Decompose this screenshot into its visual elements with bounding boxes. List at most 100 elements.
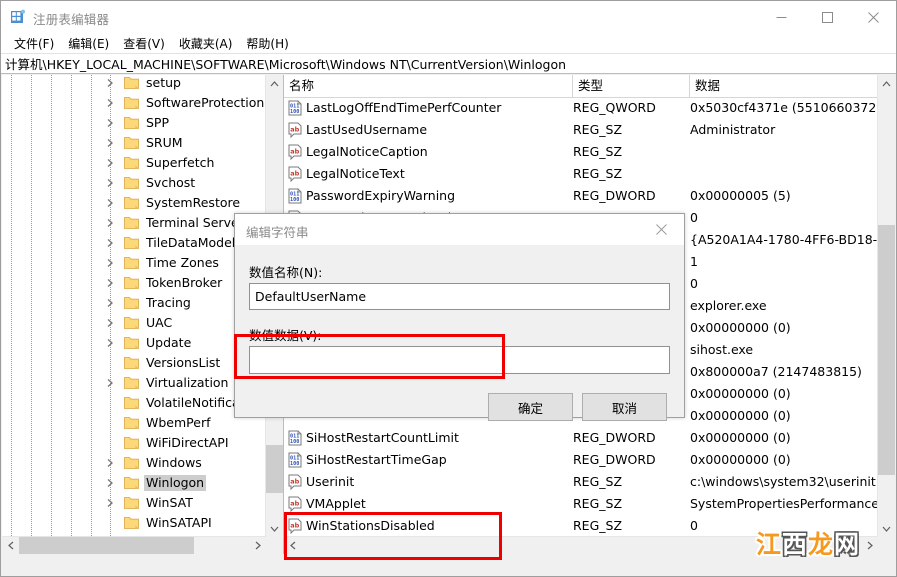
table-row[interactable]: ab LegalNoticeCaption REG_SZ bbox=[284, 141, 878, 163]
tree-node-label: Virtualization bbox=[146, 375, 229, 390]
chevron-right-icon[interactable] bbox=[102, 233, 118, 253]
tree-hscrollbar-thumb[interactable] bbox=[19, 537, 194, 554]
binary-value-icon: 011 100 bbox=[287, 100, 303, 116]
tree-node-systemrestore[interactable]: SystemRestore bbox=[2, 193, 266, 213]
tree-leaf-marker bbox=[102, 353, 118, 373]
chevron-right-icon[interactable] bbox=[102, 133, 118, 153]
value-name-cell: PasswordExpiryWarning bbox=[306, 188, 456, 203]
value-data-input[interactable] bbox=[249, 346, 670, 374]
value-name-input[interactable] bbox=[249, 283, 670, 310]
tree-node-softwareprotectionpl[interactable]: SoftwareProtectionPl bbox=[2, 93, 266, 113]
chevron-right-icon[interactable] bbox=[102, 453, 118, 473]
table-row[interactable]: 011 100 PasswordExpiryWarning REG_DWORD 0x00… bbox=[284, 185, 878, 207]
tree-node-label: Windows bbox=[146, 455, 202, 470]
value-data-label: 数值数据(V): bbox=[249, 328, 322, 343]
close-button[interactable] bbox=[850, 1, 896, 33]
table-row[interactable]: ab LegalNoticeText REG_SZ bbox=[284, 163, 878, 185]
menu-help[interactable]: 帮助(H) bbox=[239, 34, 295, 53]
list-scroll-left-icon[interactable] bbox=[284, 537, 301, 554]
chevron-right-icon[interactable] bbox=[102, 333, 118, 353]
tree-node-tiledatamodel[interactable]: TileDataModel bbox=[2, 233, 266, 253]
registry-editor-icon bbox=[10, 9, 26, 25]
tree-node-superfetch[interactable]: Superfetch bbox=[2, 153, 266, 173]
chevron-right-icon[interactable] bbox=[102, 273, 118, 293]
chevron-right-icon[interactable] bbox=[102, 473, 118, 493]
value-name-cell: SiHostRestartCountLimit bbox=[306, 430, 459, 445]
tree-node-tokenbroker[interactable]: TokenBroker bbox=[2, 273, 266, 293]
list-scroll-up-icon[interactable] bbox=[878, 75, 895, 92]
tree-node-wifidirectapi[interactable]: WiFiDirectAPI bbox=[2, 433, 266, 453]
tree-node-label: TokenBroker bbox=[146, 275, 223, 290]
chevron-right-icon[interactable] bbox=[102, 493, 118, 513]
tree-node-label: Update bbox=[146, 335, 192, 350]
value-data-cell: explorer.exe bbox=[690, 298, 767, 313]
menu-favorites[interactable]: 收藏夹(A) bbox=[172, 34, 240, 53]
menu-edit[interactable]: 编辑(E) bbox=[61, 34, 116, 53]
svg-text:100: 100 bbox=[290, 109, 299, 115]
cancel-button[interactable]: 取消 bbox=[582, 393, 667, 421]
chevron-right-icon[interactable] bbox=[102, 213, 118, 233]
dialog-body: 数值名称(N): 数值数据(V): 确定 取消 bbox=[235, 245, 684, 421]
folder-icon bbox=[124, 216, 139, 229]
tree-node-winlogon[interactable]: Winlogon bbox=[2, 473, 266, 493]
list-scroll-down-icon[interactable] bbox=[878, 520, 895, 537]
table-row[interactable]: ab LastUsedUsername REG_SZ Administrator bbox=[284, 119, 878, 141]
list-scrollbar-thumb[interactable] bbox=[878, 225, 895, 475]
table-row[interactable]: ab VMApplet REG_SZ SystemPropertiesPerforma… bbox=[284, 493, 878, 515]
menu-file[interactable]: 文件(F) bbox=[7, 34, 61, 53]
chevron-right-icon[interactable] bbox=[102, 75, 118, 93]
column-header-data[interactable]: 数据 bbox=[690, 75, 895, 97]
minimize-button[interactable] bbox=[758, 1, 804, 33]
tree-node-terminal-server[interactable]: Terminal Server bbox=[2, 213, 266, 233]
list-vertical-scrollbar[interactable] bbox=[877, 75, 895, 537]
tree-node-volatilenotificati[interactable]: VolatileNotificati bbox=[2, 393, 266, 413]
chevron-right-icon[interactable] bbox=[102, 193, 118, 213]
chevron-right-icon[interactable] bbox=[102, 293, 118, 313]
chevron-right-icon[interactable] bbox=[102, 373, 118, 393]
tree-scroll-up-icon[interactable] bbox=[266, 75, 283, 92]
value-data-cell: {A520A1A4-1780-4FF6-BD18-167 bbox=[690, 232, 878, 247]
tree-scrollbar-thumb[interactable] bbox=[266, 445, 283, 493]
chevron-right-icon[interactable] bbox=[102, 173, 118, 193]
tree-horizontal-scrollbar[interactable] bbox=[2, 536, 266, 554]
tree-node-svchost[interactable]: Svchost bbox=[2, 173, 266, 193]
string-value-icon: ab bbox=[287, 474, 303, 491]
tree-node-versionslist[interactable]: VersionsList bbox=[2, 353, 266, 373]
chevron-right-icon[interactable] bbox=[102, 93, 118, 113]
tree-scroll-right-icon[interactable] bbox=[249, 537, 266, 554]
folder-icon bbox=[124, 296, 139, 309]
table-row[interactable]: 011 100 LastLogOffEndTimePerfCounter REG_QW… bbox=[284, 97, 878, 119]
tree-node-winsatapi[interactable]: WinSATAPI bbox=[2, 513, 266, 533]
tree-node-tracing[interactable]: Tracing bbox=[2, 293, 266, 313]
list-scroll-right-icon[interactable] bbox=[861, 537, 878, 554]
tree-node-spp[interactable]: SPP bbox=[2, 113, 266, 133]
ok-button[interactable]: 确定 bbox=[488, 393, 573, 421]
tree-node-time-zones[interactable]: Time Zones bbox=[2, 253, 266, 273]
chevron-right-icon[interactable] bbox=[102, 313, 118, 333]
value-type-cell: REG_SZ bbox=[573, 144, 623, 159]
address-bar[interactable]: 计算机\HKEY_LOCAL_MACHINE\SOFTWARE\Microsof… bbox=[1, 53, 896, 74]
table-row[interactable]: 011 100 SiHostRestartTimeGap REG_DWORD 0x000… bbox=[284, 449, 878, 471]
value-data-cell: c:\windows\system32\userinit.ex bbox=[690, 474, 878, 489]
tree-node-uac[interactable]: UAC bbox=[2, 313, 266, 333]
column-header-name[interactable]: 名称 bbox=[284, 75, 573, 97]
maximize-button[interactable] bbox=[804, 1, 850, 33]
value-name-cell: SiHostRestartTimeGap bbox=[306, 452, 447, 467]
tree-scroll-down-icon[interactable] bbox=[266, 520, 283, 537]
tree-node-winsat[interactable]: WinSAT bbox=[2, 493, 266, 513]
chevron-right-icon[interactable] bbox=[102, 153, 118, 173]
menu-view[interactable]: 查看(V) bbox=[116, 34, 172, 53]
tree-node-update[interactable]: Update bbox=[2, 333, 266, 353]
table-row[interactable]: ab Userinit REG_SZ c:\windows\system32\user… bbox=[284, 471, 878, 493]
chevron-right-icon[interactable] bbox=[102, 113, 118, 133]
chevron-right-icon[interactable] bbox=[102, 253, 118, 273]
tree-scroll-left-icon[interactable] bbox=[2, 537, 19, 554]
table-row[interactable]: 011 100 SiHostRestartCountLimit REG_DWORD 0x… bbox=[284, 427, 878, 449]
tree-node-srum[interactable]: SRUM bbox=[2, 133, 266, 153]
tree-node-wbemperf[interactable]: WbemPerf bbox=[2, 413, 266, 433]
tree-node-virtualization[interactable]: Virtualization bbox=[2, 373, 266, 393]
column-header-type[interactable]: 类型 bbox=[573, 75, 690, 97]
tree-node-setup[interactable]: setup bbox=[2, 75, 266, 93]
tree-node-windows[interactable]: Windows bbox=[2, 453, 266, 473]
dialog-close-button[interactable] bbox=[639, 214, 684, 245]
